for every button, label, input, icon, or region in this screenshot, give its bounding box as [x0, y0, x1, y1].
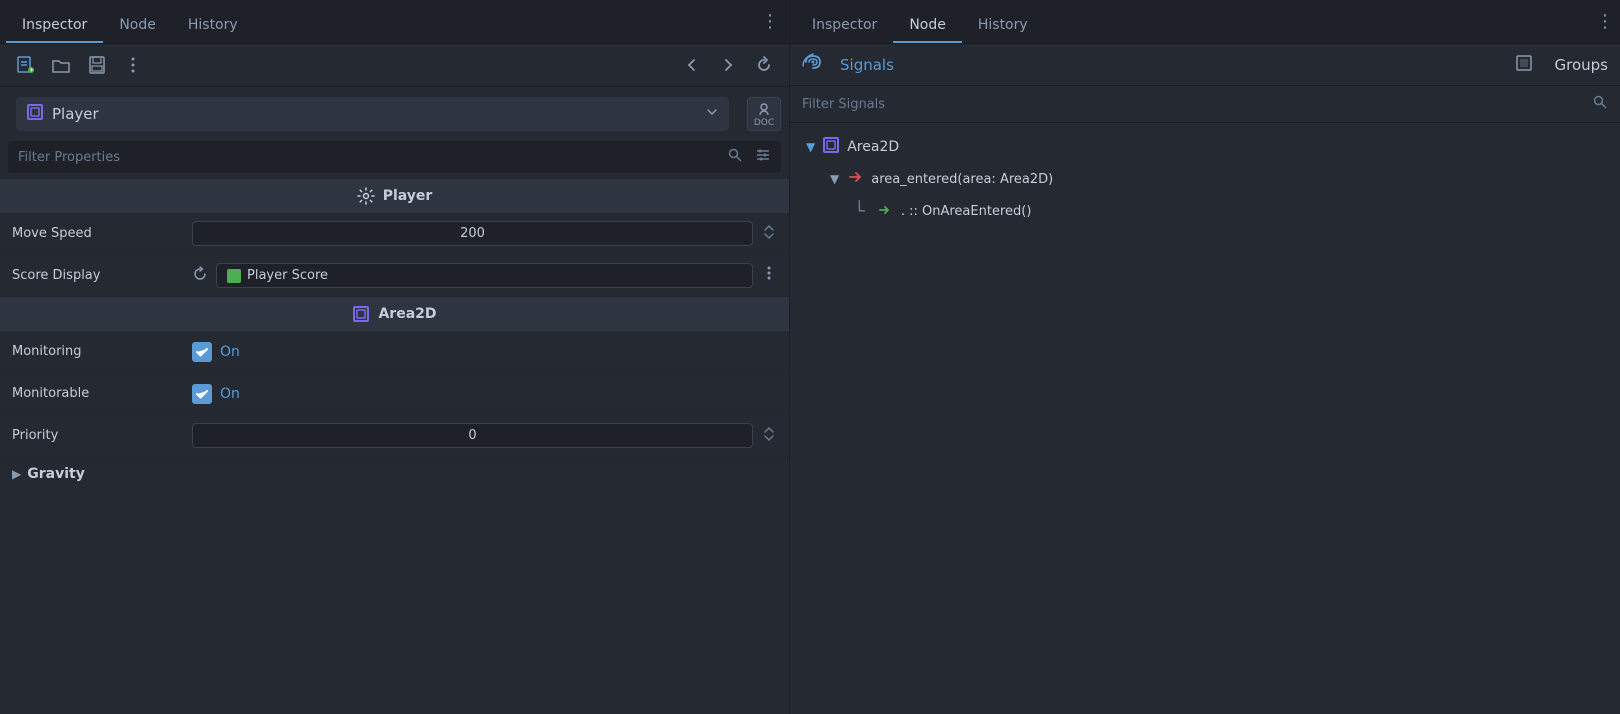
right-panel: Inspector Node History ⋮ Signals Groups … [790, 0, 1620, 714]
priority-spinner[interactable] [761, 424, 777, 448]
filter-properties-placeholder[interactable]: Filter Properties [18, 150, 719, 165]
move-speed-spinner[interactable] [761, 222, 777, 246]
back-button[interactable] [677, 50, 707, 80]
area2d-tree-icon [823, 137, 839, 157]
doc-button[interactable]: DOC [747, 97, 781, 131]
filter-signals-search-icon[interactable] [1592, 94, 1608, 114]
monitorable-checkbox[interactable] [192, 384, 212, 404]
svg-text:+: + [30, 68, 34, 74]
priority-label: Priority [12, 428, 192, 443]
area2d-tree-label: Area2D [847, 139, 899, 155]
priority-value-container: 0 [192, 423, 777, 448]
score-node-badge[interactable]: Player Score [216, 263, 753, 288]
monitoring-checkbox[interactable] [192, 342, 212, 362]
area2d-section-header: Area2D [0, 297, 789, 331]
priority-input[interactable]: 0 [192, 423, 753, 448]
tab-inspector-left[interactable]: Inspector [6, 9, 103, 43]
gravity-label: Gravity [27, 466, 85, 482]
signals-label[interactable]: Signals [840, 56, 894, 74]
monitoring-row: Monitoring On [0, 331, 789, 373]
area-entered-signal-label: area_entered(area: Area2D) [871, 172, 1053, 187]
score-reset-button[interactable] [192, 266, 208, 286]
on-area-entered-connection-row[interactable]: └ . :: OnAreaEntered() [790, 195, 1620, 228]
signals-groups-bar: Signals Groups [790, 44, 1620, 86]
connection-arrow-icon [877, 202, 893, 222]
filter-signals-placeholder[interactable]: Filter Signals [802, 97, 1592, 112]
score-display-row: Score Display Player Score [0, 255, 789, 297]
tab-node-left[interactable]: Node [103, 9, 172, 43]
gear-icon [357, 187, 375, 205]
left-toolbar: + [0, 44, 789, 87]
move-speed-label: Move Speed [12, 226, 192, 241]
gravity-expand-icon: ▶ [12, 467, 21, 481]
node-dropdown-icon[interactable] [705, 105, 719, 123]
area2d-expand-icon[interactable]: ▼ [806, 140, 815, 154]
monitoring-label: Monitoring [12, 344, 192, 359]
player-section-header: Player [0, 179, 789, 213]
groups-icon [1515, 54, 1533, 76]
right-tab-more-button[interactable]: ⋮ [1596, 11, 1614, 32]
score-display-value-container: Player Score [192, 263, 777, 288]
groups-label[interactable]: Groups [1555, 56, 1608, 74]
node-selector[interactable]: Player [16, 97, 729, 131]
area2d-node-row[interactable]: ▼ Area2D [790, 131, 1620, 163]
player-section-label: Player [383, 188, 433, 204]
node-selector-name: Player [52, 105, 697, 123]
properties-area: Player Move Speed 200 Score Display [0, 179, 789, 714]
reload-button[interactable] [749, 50, 779, 80]
tab-more-left[interactable]: ⋮ [757, 11, 783, 32]
tab-history-right[interactable]: History [962, 9, 1044, 43]
left-tab-bar: Inspector Node History ⋮ [0, 0, 789, 44]
connection-line-icon: └ [854, 201, 865, 222]
monitoring-on-text: On [220, 344, 240, 360]
signal-emit-icon [847, 169, 863, 189]
toolbar-more-button[interactable] [118, 50, 148, 80]
new-scene-button[interactable]: + [10, 50, 40, 80]
open-button[interactable] [46, 50, 76, 80]
forward-button[interactable] [713, 50, 743, 80]
area-entered-signal-row[interactable]: ▼ area_entered(area: Area2D) [790, 163, 1620, 195]
on-area-entered-label: . :: OnAreaEntered() [901, 204, 1032, 219]
score-more-button[interactable] [761, 265, 777, 286]
move-speed-input[interactable]: 200 [192, 221, 753, 246]
right-tab-bar: Inspector Node History ⋮ [790, 0, 1620, 44]
monitorable-value-container: On [192, 384, 240, 404]
doc-button-label: DOC [754, 118, 774, 128]
move-speed-row: Move Speed 200 [0, 213, 789, 255]
signals-icon [802, 52, 824, 77]
gravity-section[interactable]: ▶ Gravity [0, 457, 789, 490]
area2d-icon [352, 305, 370, 323]
filter-properties-bar: Filter Properties [8, 141, 781, 173]
monitorable-row: Monitorable On [0, 373, 789, 415]
filter-search-icon[interactable] [727, 147, 743, 167]
tab-history-left[interactable]: History [172, 9, 254, 43]
save-button[interactable] [82, 50, 112, 80]
tab-node-right[interactable]: Node [893, 9, 962, 43]
monitoring-value-container: On [192, 342, 240, 362]
left-panel: Inspector Node History ⋮ + [0, 0, 790, 714]
monitorable-on-text: On [220, 386, 240, 402]
score-node-icon [227, 269, 241, 283]
priority-row: Priority 0 [0, 415, 789, 457]
monitorable-label: Monitorable [12, 386, 192, 401]
area-entered-expand-icon[interactable]: ▼ [830, 172, 839, 186]
area2d-section-label: Area2D [378, 306, 436, 322]
score-display-label: Score Display [12, 268, 192, 283]
filter-settings-icon[interactable] [755, 147, 771, 167]
filter-signals-bar: Filter Signals [790, 86, 1620, 123]
move-speed-value-container: 200 [192, 221, 777, 246]
node-selector-icon [26, 103, 44, 125]
signal-tree: ▼ Area2D ▼ area_entered(area: Area2D) └ [790, 123, 1620, 714]
tab-inspector-right[interactable]: Inspector [796, 9, 893, 43]
score-node-text: Player Score [247, 268, 328, 283]
